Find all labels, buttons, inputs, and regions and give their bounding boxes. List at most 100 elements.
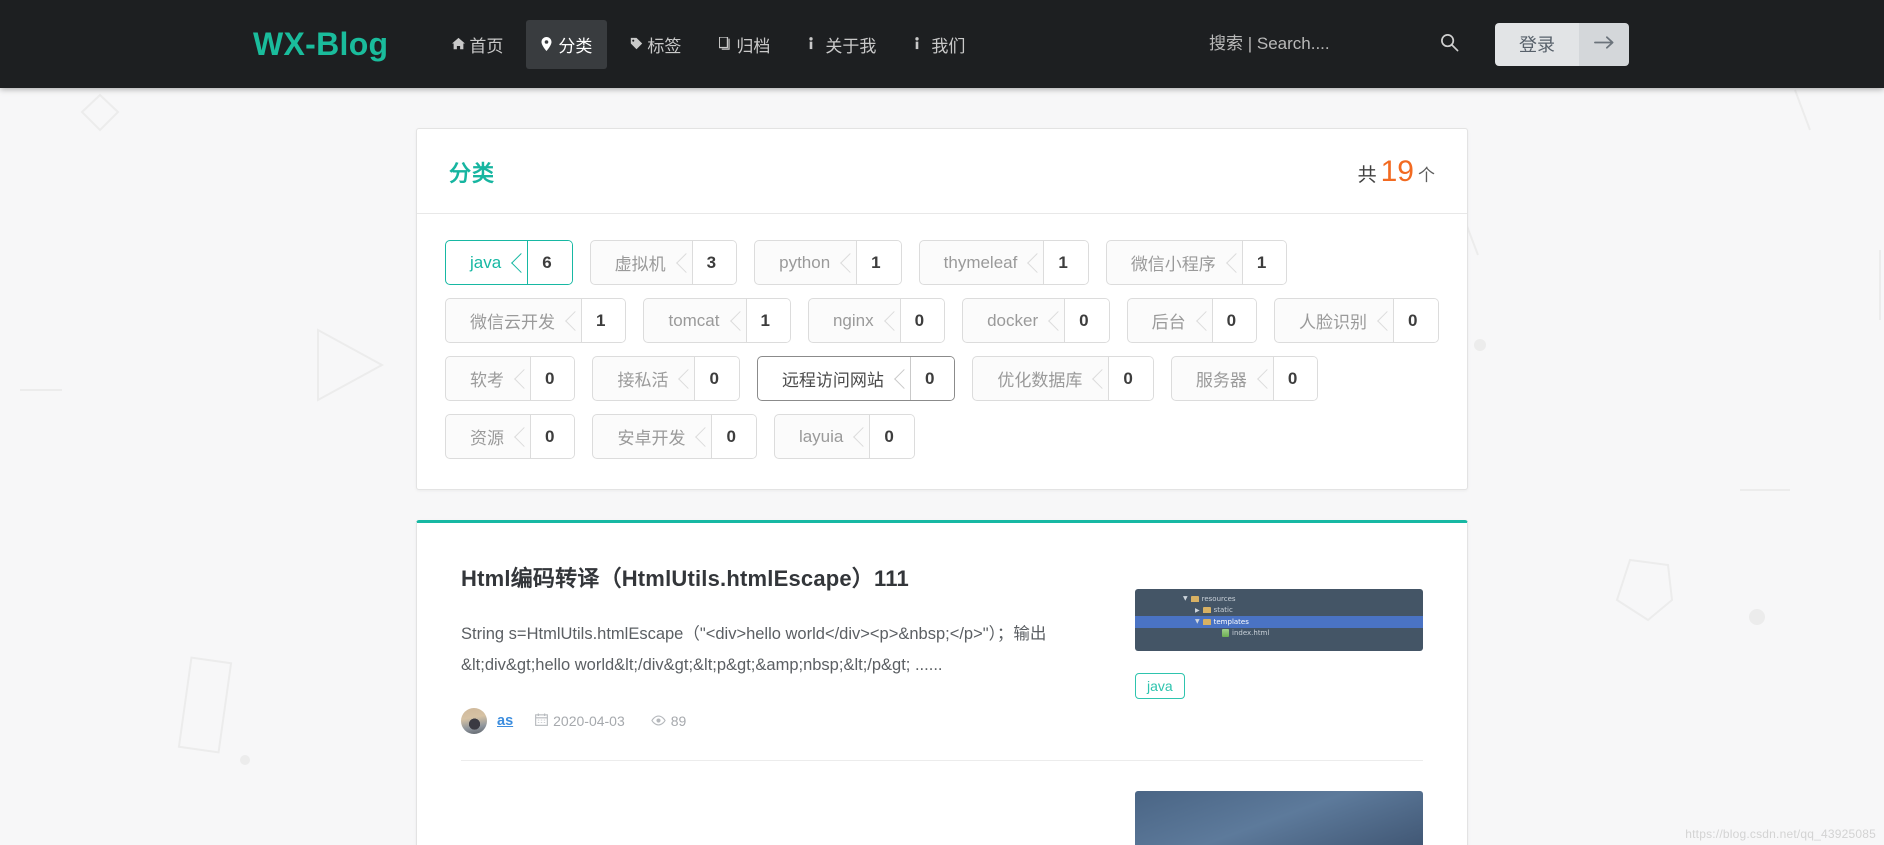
category-tag[interactable]: nginx 0 (807, 298, 946, 343)
category-tag-count: 3 (691, 241, 737, 284)
article-thumbnail[interactable]: ▼ resources ▶ static ▼ templates index.html (1135, 589, 1423, 651)
category-tag[interactable]: 接私活 0 (592, 356, 740, 401)
nav-item-tags[interactable]: 标签 (615, 20, 696, 69)
triangle-down-icon: ▼ (1183, 595, 1188, 603)
article-tag-list: java (1135, 673, 1423, 699)
location-icon (541, 36, 554, 52)
category-tag-count: 0 (1393, 299, 1438, 342)
category-tag[interactable]: docker 0 (962, 298, 1110, 343)
category-tag[interactable]: 服务器 0 (1170, 356, 1319, 401)
page-root: WX-Blog 首页 分类 标签 归档 关于我 我们 搜索 | Search..… (0, 0, 1884, 845)
article-title[interactable]: Html编码转译（HtmlUtils.htmlEscape）111 (461, 561, 1105, 593)
article-meta-row: as 2020-04-03 89 (461, 708, 1105, 738)
article-date-chip: 2020-04-03 (535, 713, 625, 729)
category-title: 分类 (449, 161, 496, 186)
article-views: 89 (670, 713, 687, 729)
article-side-column: ▼ resources ▶ static ▼ templates index.html ja… (1135, 561, 1423, 699)
count-value: 19 (1380, 155, 1414, 188)
nav-label: 我们 (931, 36, 966, 56)
info-icon (914, 36, 927, 52)
nav-item-us[interactable]: 我们 (899, 20, 980, 69)
count-unit: 个 (1418, 166, 1435, 185)
file-tree-label: index.html (1232, 629, 1270, 638)
category-tag-count: 0 (869, 415, 914, 458)
category-tag-count: 1 (745, 299, 790, 342)
top-navbar: WX-Blog 首页 分类 标签 归档 关于我 我们 搜索 | Search..… (0, 0, 1884, 88)
search-box (1209, 29, 1469, 59)
category-tag-count: 0 (909, 357, 955, 400)
html-file-icon (1222, 629, 1229, 638)
category-tag-count: 1 (581, 299, 626, 342)
article-tag[interactable]: java (1135, 673, 1185, 699)
category-tag-label: 微信小程序 (1130, 255, 1216, 274)
category-tag[interactable]: 虚拟机 3 (589, 240, 738, 285)
search-input[interactable] (1209, 30, 1424, 58)
nav-label: 分类 (558, 36, 593, 56)
search-button[interactable] (1424, 29, 1469, 59)
file-tree-row: index.html (1135, 628, 1423, 640)
article-thumbnail-partial[interactable] (1135, 791, 1423, 845)
category-tag-label: 优化数据库 (997, 371, 1083, 390)
search-icon (1440, 33, 1459, 55)
login-button-group: 登录 (1495, 22, 1629, 66)
login-arrow-button[interactable] (1579, 22, 1629, 66)
category-tag[interactable]: 人脸识别 0 (1274, 298, 1439, 343)
category-tag-count: 0 (1272, 357, 1318, 400)
category-tag[interactable]: 后台 0 (1126, 298, 1258, 343)
login-button[interactable]: 登录 (1495, 22, 1579, 66)
category-tag-count: 0 (899, 299, 945, 342)
triangle-right-icon: ▶ (1195, 606, 1200, 614)
article-item: Html编码转译（HtmlUtils.htmlEscape）111 String… (417, 523, 1467, 761)
nav-item-home[interactable]: 首页 (437, 20, 518, 69)
category-tag-count: 0 (530, 415, 575, 458)
triangle-down-icon: ▼ (1195, 618, 1200, 626)
category-tag[interactable]: 软考 0 (445, 356, 576, 401)
category-tag-label: 人脸识别 (1299, 313, 1368, 332)
file-tree-row: ▶ static (1135, 605, 1423, 617)
category-tag[interactable]: tomcat 1 (643, 298, 791, 343)
category-tag-count: 0 (1108, 357, 1153, 400)
category-tag[interactable]: java 6 (445, 240, 573, 285)
category-tag[interactable]: 资源 0 (445, 414, 576, 459)
nav-label: 关于我 (825, 36, 877, 56)
file-tree-label: static (1213, 606, 1233, 615)
file-tree-label: resources (1201, 594, 1236, 603)
nav-item-category[interactable]: 分类 (526, 19, 608, 69)
category-tag[interactable]: 微信云开发 1 (445, 298, 627, 343)
file-tree-row: ▼ resources (1135, 593, 1423, 605)
eye-icon (651, 713, 666, 729)
category-total-count: 共 19 个 (1358, 155, 1435, 189)
category-tag-count: 0 (1064, 299, 1109, 342)
tag-icon (630, 37, 643, 52)
main-nav-menu: 首页 分类 标签 归档 关于我 我们 (437, 19, 980, 69)
category-tag-label: 微信云开发 (470, 313, 555, 332)
article-date: 2020-04-03 (553, 713, 625, 729)
folder-icon (1190, 595, 1199, 602)
article-views-chip: 89 (651, 713, 687, 729)
article-author[interactable]: as (497, 713, 513, 729)
category-card: 分类 共 19 个 java 6 虚拟机 3 python 1 thymeleaf 1 微信小程… (416, 128, 1468, 490)
category-tag-count: 1 (1043, 241, 1088, 284)
category-tag[interactable]: 安卓开发 0 (592, 414, 757, 459)
nav-label: 标签 (647, 36, 682, 56)
nav-item-about-me[interactable]: 关于我 (793, 20, 891, 69)
category-tag[interactable]: python 1 (754, 240, 902, 285)
home-icon (452, 37, 466, 52)
category-tag[interactable]: 优化数据库 0 (972, 356, 1154, 401)
site-brand-logo[interactable]: WX-Blog (253, 26, 388, 63)
category-tag[interactable]: 微信小程序 1 (1105, 240, 1288, 285)
category-tag-count: 0 (530, 357, 575, 400)
category-tag-label: thymeleaf (943, 252, 1018, 272)
category-tag[interactable]: thymeleaf 1 (918, 240, 1089, 285)
watermark-text: https://blog.csdn.net/qq_43925085 (1685, 827, 1876, 841)
file-tree-thumbnail: ▼ resources ▶ static ▼ templates index.html (1135, 589, 1423, 651)
nav-label: 首页 (469, 36, 504, 56)
category-tag[interactable]: layuia 0 (773, 414, 915, 459)
category-tag-count: 0 (1211, 299, 1257, 342)
calendar-icon (535, 713, 549, 729)
category-tag[interactable]: 远程访问网站 0 (756, 356, 956, 401)
nav-item-archive[interactable]: 归档 (704, 20, 785, 69)
arrow-right-icon (1593, 35, 1615, 53)
category-tag-count: 0 (694, 357, 739, 400)
main-content: 分类 共 19 个 java 6 虚拟机 3 python 1 thymeleaf 1 微信小程… (416, 88, 1468, 845)
